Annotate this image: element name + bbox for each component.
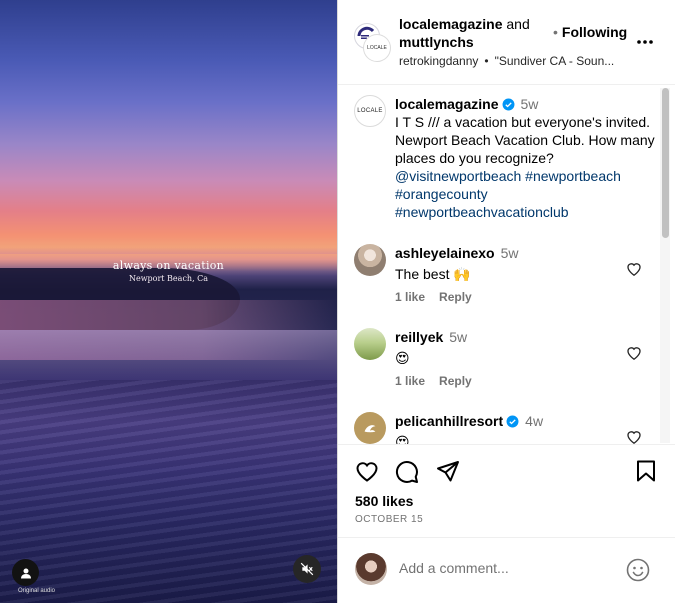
dot-separator: • [484,54,489,68]
comment-username[interactable]: pelicanhillresort [395,413,503,429]
caption-username[interactable]: localemagazine [395,96,499,112]
current-user-avatar[interactable] [355,553,387,585]
comment-meta: 1 like Reply [395,374,486,388]
audio-credit: Original audio [18,588,56,594]
comment-username[interactable]: ashleyelainexo [395,245,495,261]
pelican-logo-icon [364,425,376,433]
more-options-button[interactable] [636,32,654,50]
comment-button[interactable] [395,460,419,489]
caption-time[interactable]: 5w [521,96,539,112]
comment-meta: 1 like Reply [395,290,486,304]
coauthor-avatar[interactable]: LOCALE [364,35,390,61]
author-avatar-stack[interactable]: LOCALE [354,23,390,61]
following-label: Following [561,24,628,40]
author-username[interactable]: localemagazine [399,16,503,32]
audio-username[interactable]: retrokingdanny [399,54,478,68]
more-icon [637,40,653,44]
caption-avatar[interactable]: LOCALE [354,95,386,127]
mute-icon [300,562,314,576]
comment-like-button[interactable] [626,429,642,444]
coauthor-avatar-text: LOCALE [367,45,387,51]
user-icon [20,568,31,578]
caption-avatar-text: LOCALE [357,108,383,114]
audio-attribution: retrokingdanny • "Sundiver CA - Soun... [399,54,639,68]
comment-username[interactable]: reillyek [395,329,443,345]
comment-icon [395,460,418,483]
video-overlay-title: always on vacation [112,259,225,272]
post-actions: 580 likes OCTOBER 15 [338,446,675,536]
likes-count[interactable]: 580 likes [355,493,413,509]
scrollbar-thumb[interactable] [662,88,669,238]
caption-tag[interactable]: @visitnewportbeach [395,168,521,184]
comment-like-button[interactable] [626,261,642,281]
comments-list[interactable]: LOCALE localemagazine 5w I T S /// a vaca… [338,86,675,445]
comment-time[interactable]: 5w [449,329,467,345]
comment-text: 😍 [395,350,410,366]
comment-like-button[interactable] [626,345,642,365]
save-button[interactable] [636,460,656,487]
verified-icon [506,415,519,428]
caption-tag[interactable]: #newportbeachvacationclub [395,204,569,220]
video-overlay-subtitle: Newport Beach, Ca [128,274,209,283]
tagged-users-button[interactable] [12,559,39,586]
share-icon [437,461,459,482]
emoji-icon [626,558,650,582]
comment-body: pelicanhillresort 4w 😍 [395,412,625,445]
comment-likes[interactable]: 1 like [395,290,425,304]
heart-icon [356,462,378,482]
add-comment-bar [338,537,675,603]
ocean-waves [0,380,337,603]
comment-time[interactable]: 4w [525,413,543,429]
emoji-picker-button[interactable] [626,558,650,587]
post-header: LOCALE localemagazine and muttlynchs • Fo… [338,0,675,85]
heart-icon [627,431,641,444]
comment-time[interactable]: 5w [501,245,519,261]
audio-track[interactable]: "Sundiver CA - Soun... [495,54,615,68]
like-button[interactable] [355,460,379,487]
dot-separator: • [553,24,558,40]
wave-foam [0,330,337,380]
comment-likes[interactable]: 1 like [395,374,425,388]
commenter-avatar[interactable] [354,244,386,276]
share-button[interactable] [436,460,460,487]
caption-tag[interactable]: #orangecounty [395,186,488,202]
comment-body: ashleyelainexo 5w The best 🙌 [395,244,625,283]
mute-button[interactable] [293,555,321,583]
reply-button[interactable]: Reply [439,374,472,388]
commenter-avatar[interactable] [354,328,386,360]
caption-tag[interactable]: #newportbeach [525,168,621,184]
comment-body: reillyek 5w 😍 [395,328,625,367]
post-details-panel: LOCALE localemagazine and muttlynchs • Fo… [337,0,675,603]
comment-text: 😍 [395,434,410,445]
heart-icon [627,263,641,276]
following-button[interactable]: • Following [553,24,627,40]
commenter-avatar[interactable] [354,412,386,444]
coauthor-username[interactable]: muttlynchs [399,33,474,51]
bookmark-icon [637,460,655,482]
comment-input[interactable] [399,560,619,576]
caption-body: localemagazine 5w I T S /// a vacation bu… [395,95,657,221]
post-date[interactable]: OCTOBER 15 [355,514,423,525]
verified-icon [502,98,514,111]
comment-text: The best 🙌 [395,266,471,282]
comments-scrollbar[interactable] [660,88,670,443]
heart-icon [627,347,641,360]
post-authors: localemagazine and [399,15,530,33]
caption-text: I T S /// a vacation but everyone's invi… [395,114,655,166]
post-media[interactable]: always on vacation Newport Beach, Ca Ori… [0,0,337,603]
authors-conjunction: and [502,16,530,32]
reply-button[interactable]: Reply [439,290,472,304]
